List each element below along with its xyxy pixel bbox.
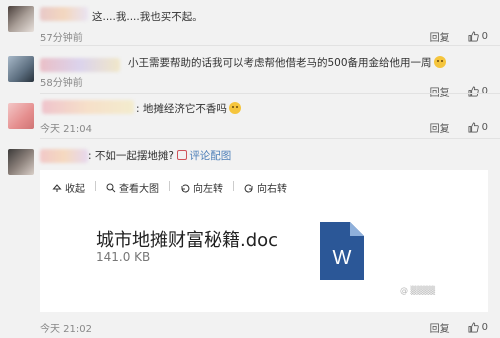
like-button[interactable]: 0 [468, 31, 488, 42]
toolbar-separator [169, 181, 170, 191]
divider [40, 93, 500, 94]
like-count: 0 [481, 122, 488, 133]
reply-button[interactable]: 回复 [430, 320, 450, 335]
username-blurred[interactable] [42, 100, 134, 114]
emoji-icon [433, 56, 446, 68]
view-large-button[interactable]: 查看大图 [106, 180, 159, 195]
rotate-left-icon [181, 183, 190, 192]
like-count: 0 [481, 86, 488, 97]
divider [40, 138, 500, 139]
comment-time: 57分钟前 [40, 33, 83, 44]
thumbs-up-icon [468, 31, 479, 42]
reply-button[interactable]: 回复 [430, 120, 450, 135]
avatar[interactable] [8, 103, 34, 129]
comment-text: 这....我....我也买不起。 [92, 11, 203, 23]
rotate-right-button[interactable]: 向右转 [244, 180, 287, 195]
word-document-icon: W [320, 222, 364, 280]
collapse-icon [52, 183, 62, 192]
image-viewer: 收起 查看大图 向左转 向右转 城市地摊财富秘籍.doc 141.0 KB W … [40, 170, 488, 312]
comment-actions: 回复 0 [430, 120, 488, 135]
comment-actions: 回复 0 [430, 84, 488, 99]
image-toolbar: 收起 查看大图 向左转 向右转 [52, 180, 297, 195]
like-count: 0 [481, 322, 488, 333]
rotate-right-icon [244, 183, 253, 192]
like-count: 0 [481, 31, 488, 42]
emoji-icon [228, 102, 241, 114]
rotate-left-button[interactable]: 向左转 [180, 180, 223, 195]
divider [40, 45, 500, 46]
like-button[interactable]: 0 [468, 122, 488, 133]
comment-pic-link[interactable]: 评论配图 [177, 150, 231, 162]
thumbs-up-icon [468, 86, 479, 97]
username-blurred[interactable] [40, 149, 88, 163]
toolbar-separator [233, 181, 234, 191]
thumbs-up-icon [468, 122, 479, 133]
comment-text: : 不如一起摆地摊? 评论配图 [88, 150, 232, 162]
zoom-icon [106, 183, 116, 192]
comment-actions: 回复 0 [430, 29, 488, 44]
like-button[interactable]: 0 [468, 86, 488, 97]
document-title: 城市地摊财富秘籍.doc [96, 230, 279, 251]
word-letter: W [333, 247, 352, 269]
comment-time: 今天 21:02 [40, 324, 92, 335]
thumbs-up-icon [468, 322, 479, 333]
collapse-button[interactable]: 收起 [52, 180, 85, 195]
avatar[interactable] [8, 56, 34, 82]
avatar[interactable] [8, 6, 34, 32]
document-size: 141.0 KB [96, 250, 151, 264]
comment-actions: 回复 0 [430, 320, 488, 335]
comment-time: 今天 21:04 [40, 124, 92, 135]
username-blurred[interactable] [40, 58, 120, 72]
like-button[interactable]: 0 [468, 322, 488, 333]
toolbar-separator [95, 181, 96, 191]
reply-button[interactable]: 回复 [430, 29, 450, 44]
avatar[interactable] [8, 149, 34, 175]
watermark: @ ▒▒▒▒ [400, 286, 436, 295]
reply-button[interactable]: 回复 [430, 84, 450, 99]
comment-text: : 地摊经济它不香吗 [136, 101, 241, 116]
comment-text: 小王需要帮助的话我可以考虑帮他借老马的500备用金给他用一周 [128, 55, 446, 70]
comment-time: 58分钟前 [40, 78, 83, 89]
picture-icon [177, 150, 188, 160]
username-blurred[interactable] [40, 7, 88, 21]
